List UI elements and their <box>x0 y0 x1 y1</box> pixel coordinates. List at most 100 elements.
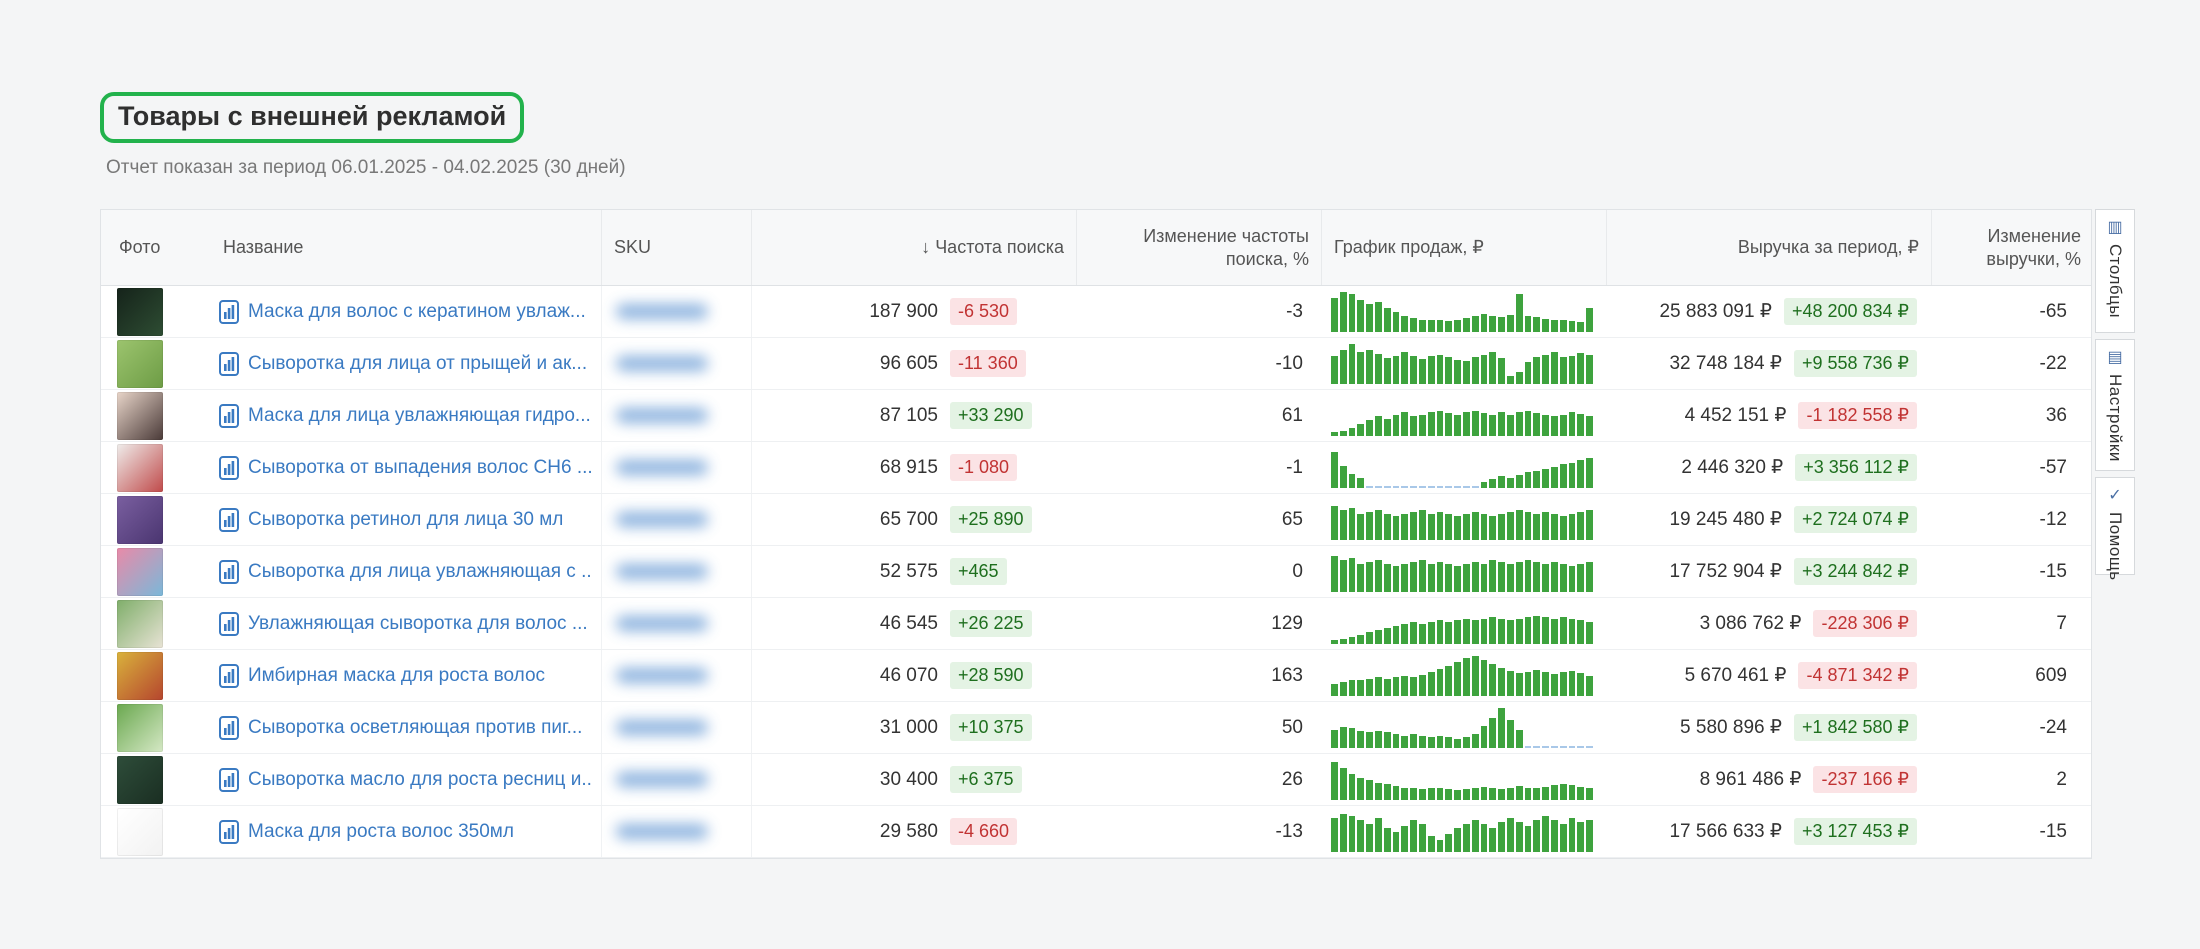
search-frequency-delta-badge: -4 660 <box>950 818 1017 845</box>
product-photo[interactable] <box>117 496 163 544</box>
chart-doc-icon <box>219 560 239 584</box>
sidebar-tab-columns[interactable]: ▥ Столбцы <box>2095 209 2135 333</box>
report-period-subtitle: Отчет показан за период 06.01.2025 - 04.… <box>106 157 2135 179</box>
product-photo[interactable] <box>117 548 163 596</box>
search-frequency-delta-badge: -1 080 <box>950 454 1017 481</box>
chart-doc-icon <box>219 352 239 376</box>
search-frequency-change-pct: -3 <box>1076 286 1321 337</box>
product-photo[interactable] <box>117 600 163 648</box>
header-search-frequency-change[interactable]: Изменение частоты поиска, % <box>1076 210 1321 285</box>
revenue-delta-badge: +3 356 112 ₽ <box>1795 454 1917 481</box>
search-frequency-change-pct: -13 <box>1076 806 1321 857</box>
table-row: Маска для лица увлажняющая гидро... 87 1… <box>101 390 2091 442</box>
product-photo[interactable] <box>117 756 163 804</box>
header-sales-chart: График продаж, ₽ <box>1321 210 1606 285</box>
revenue-change-pct: -22 <box>1931 338 2093 389</box>
table-row: Маска для волос с кератином увлаж... 187… <box>101 286 2091 338</box>
sales-sparkline-chart <box>1331 812 1593 852</box>
revenue-change-pct: -15 <box>1931 546 2093 597</box>
sku-value-blurred <box>616 356 708 371</box>
revenue-delta-badge: -237 166 ₽ <box>1813 766 1917 793</box>
search-frequency-value: 87 105 <box>880 405 938 427</box>
product-name-link[interactable]: Маска для роста волос 350мл <box>248 821 514 843</box>
revenue-value: 17 752 904 ₽ <box>1669 560 1781 583</box>
settings-icon: ▤ <box>2107 350 2122 366</box>
chart-doc-icon <box>219 820 239 844</box>
product-name-link[interactable]: Сыворотка для лица увлажняющая с .. <box>248 561 592 583</box>
product-name-link[interactable]: Сыворотка осветляющая против пиг... <box>248 717 582 739</box>
search-frequency-value: 31 000 <box>880 717 938 739</box>
product-name-link[interactable]: Маска для лица увлажняющая гидро... <box>248 405 591 427</box>
revenue-delta-badge: -228 306 ₽ <box>1813 610 1917 637</box>
product-photo[interactable] <box>117 288 163 336</box>
table-body: Маска для волос с кератином увлаж... 187… <box>101 286 2091 858</box>
search-frequency-change-pct: -10 <box>1076 338 1321 389</box>
product-photo[interactable] <box>117 444 163 492</box>
revenue-change-pct: 36 <box>1931 390 2093 441</box>
table-row: Увлажняющая сыворотка для волос ... 46 5… <box>101 598 2091 650</box>
chart-doc-icon <box>219 664 239 688</box>
search-frequency-delta-badge: -11 360 <box>950 350 1026 377</box>
product-name-link[interactable]: Сыворотка масло для роста ресниц и.. <box>248 769 592 791</box>
revenue-change-pct: 7 <box>1931 598 2093 649</box>
search-frequency-value: 52 575 <box>880 561 938 583</box>
revenue-delta-badge: +3 127 453 ₽ <box>1794 818 1917 845</box>
revenue-value: 5 580 896 ₽ <box>1680 716 1782 739</box>
table-row: Маска для роста волос 350мл 29 580 -4 66… <box>101 806 2091 858</box>
product-photo[interactable] <box>117 392 163 440</box>
chart-doc-icon <box>219 716 239 740</box>
header-sku[interactable]: SKU <box>601 210 751 285</box>
sku-value-blurred <box>616 304 708 319</box>
search-frequency-change-pct: 163 <box>1076 650 1321 701</box>
revenue-delta-badge: -1 182 558 ₽ <box>1798 402 1917 429</box>
header-name[interactable]: Название <box>211 210 601 285</box>
product-name-link[interactable]: Сыворотка ретинол для лица 30 мл <box>248 509 563 531</box>
table-row: Сыворотка масло для роста ресниц и.. 30 … <box>101 754 2091 806</box>
header-search-frequency[interactable]: ↓ Частота поиска <box>751 210 1076 285</box>
product-photo[interactable] <box>117 808 163 856</box>
sidebar-tab-settings[interactable]: ▤ Настройки <box>2095 339 2135 471</box>
product-photo[interactable] <box>117 340 163 388</box>
header-revenue[interactable]: Выручка за период, ₽ <box>1606 210 1931 285</box>
product-name-link[interactable]: Увлажняющая сыворотка для волос ... <box>248 613 588 635</box>
revenue-change-pct: -24 <box>1931 702 2093 753</box>
search-frequency-delta-badge: -6 530 <box>950 298 1017 325</box>
chart-doc-icon <box>219 300 239 324</box>
revenue-value: 3 086 762 ₽ <box>1700 612 1802 635</box>
revenue-value: 4 452 151 ₽ <box>1685 404 1787 427</box>
sales-sparkline-chart <box>1331 500 1593 540</box>
sales-sparkline-chart <box>1331 552 1593 592</box>
sidebar-tab-help[interactable]: ✓ Помощь <box>2095 477 2135 575</box>
revenue-change-pct: -57 <box>1931 442 2093 493</box>
header-revenue-change[interactable]: Изменение выручки, % <box>1931 210 2093 285</box>
revenue-delta-badge: +48 200 834 ₽ <box>1784 298 1917 325</box>
search-frequency-change-pct: 129 <box>1076 598 1321 649</box>
products-table: Фото Название SKU ↓ Частота поиска Измен… <box>100 209 2092 859</box>
sales-sparkline-chart <box>1331 396 1593 436</box>
product-name-link[interactable]: Имбирная маска для роста волос <box>248 665 545 687</box>
revenue-value: 17 566 633 ₽ <box>1669 820 1781 843</box>
search-frequency-delta-badge: +465 <box>950 558 1007 585</box>
chart-doc-icon <box>219 508 239 532</box>
revenue-value: 25 883 091 ₽ <box>1659 300 1771 323</box>
revenue-value: 32 748 184 ₽ <box>1669 352 1781 375</box>
sales-sparkline-chart <box>1331 344 1593 384</box>
product-name-link[interactable]: Сыворотка от выпадения волос CH6 ... <box>248 457 593 479</box>
product-name-link[interactable]: Сыворотка для лица от прыщей и ак... <box>248 353 587 375</box>
revenue-change-pct: -12 <box>1931 494 2093 545</box>
sku-value-blurred <box>616 824 708 839</box>
product-name-link[interactable]: Маска для волос с кератином увлаж... <box>248 301 586 323</box>
product-photo[interactable] <box>117 704 163 752</box>
revenue-value: 2 446 320 ₽ <box>1681 456 1783 479</box>
side-panel-tabs: ▥ Столбцы ▤ Настройки ✓ Помощь <box>2095 209 2135 575</box>
help-check-icon: ✓ <box>2108 488 2121 504</box>
table-row: Сыворотка от выпадения волос CH6 ... 68 … <box>101 442 2091 494</box>
sku-value-blurred <box>616 772 708 787</box>
revenue-change-pct: -15 <box>1931 806 2093 857</box>
sales-sparkline-chart <box>1331 448 1593 488</box>
search-frequency-value: 96 605 <box>880 353 938 375</box>
revenue-delta-badge: +9 558 736 ₽ <box>1794 350 1917 377</box>
product-photo[interactable] <box>117 652 163 700</box>
search-frequency-change-pct: 65 <box>1076 494 1321 545</box>
table-row: Сыворотка для лица увлажняющая с .. 52 5… <box>101 546 2091 598</box>
